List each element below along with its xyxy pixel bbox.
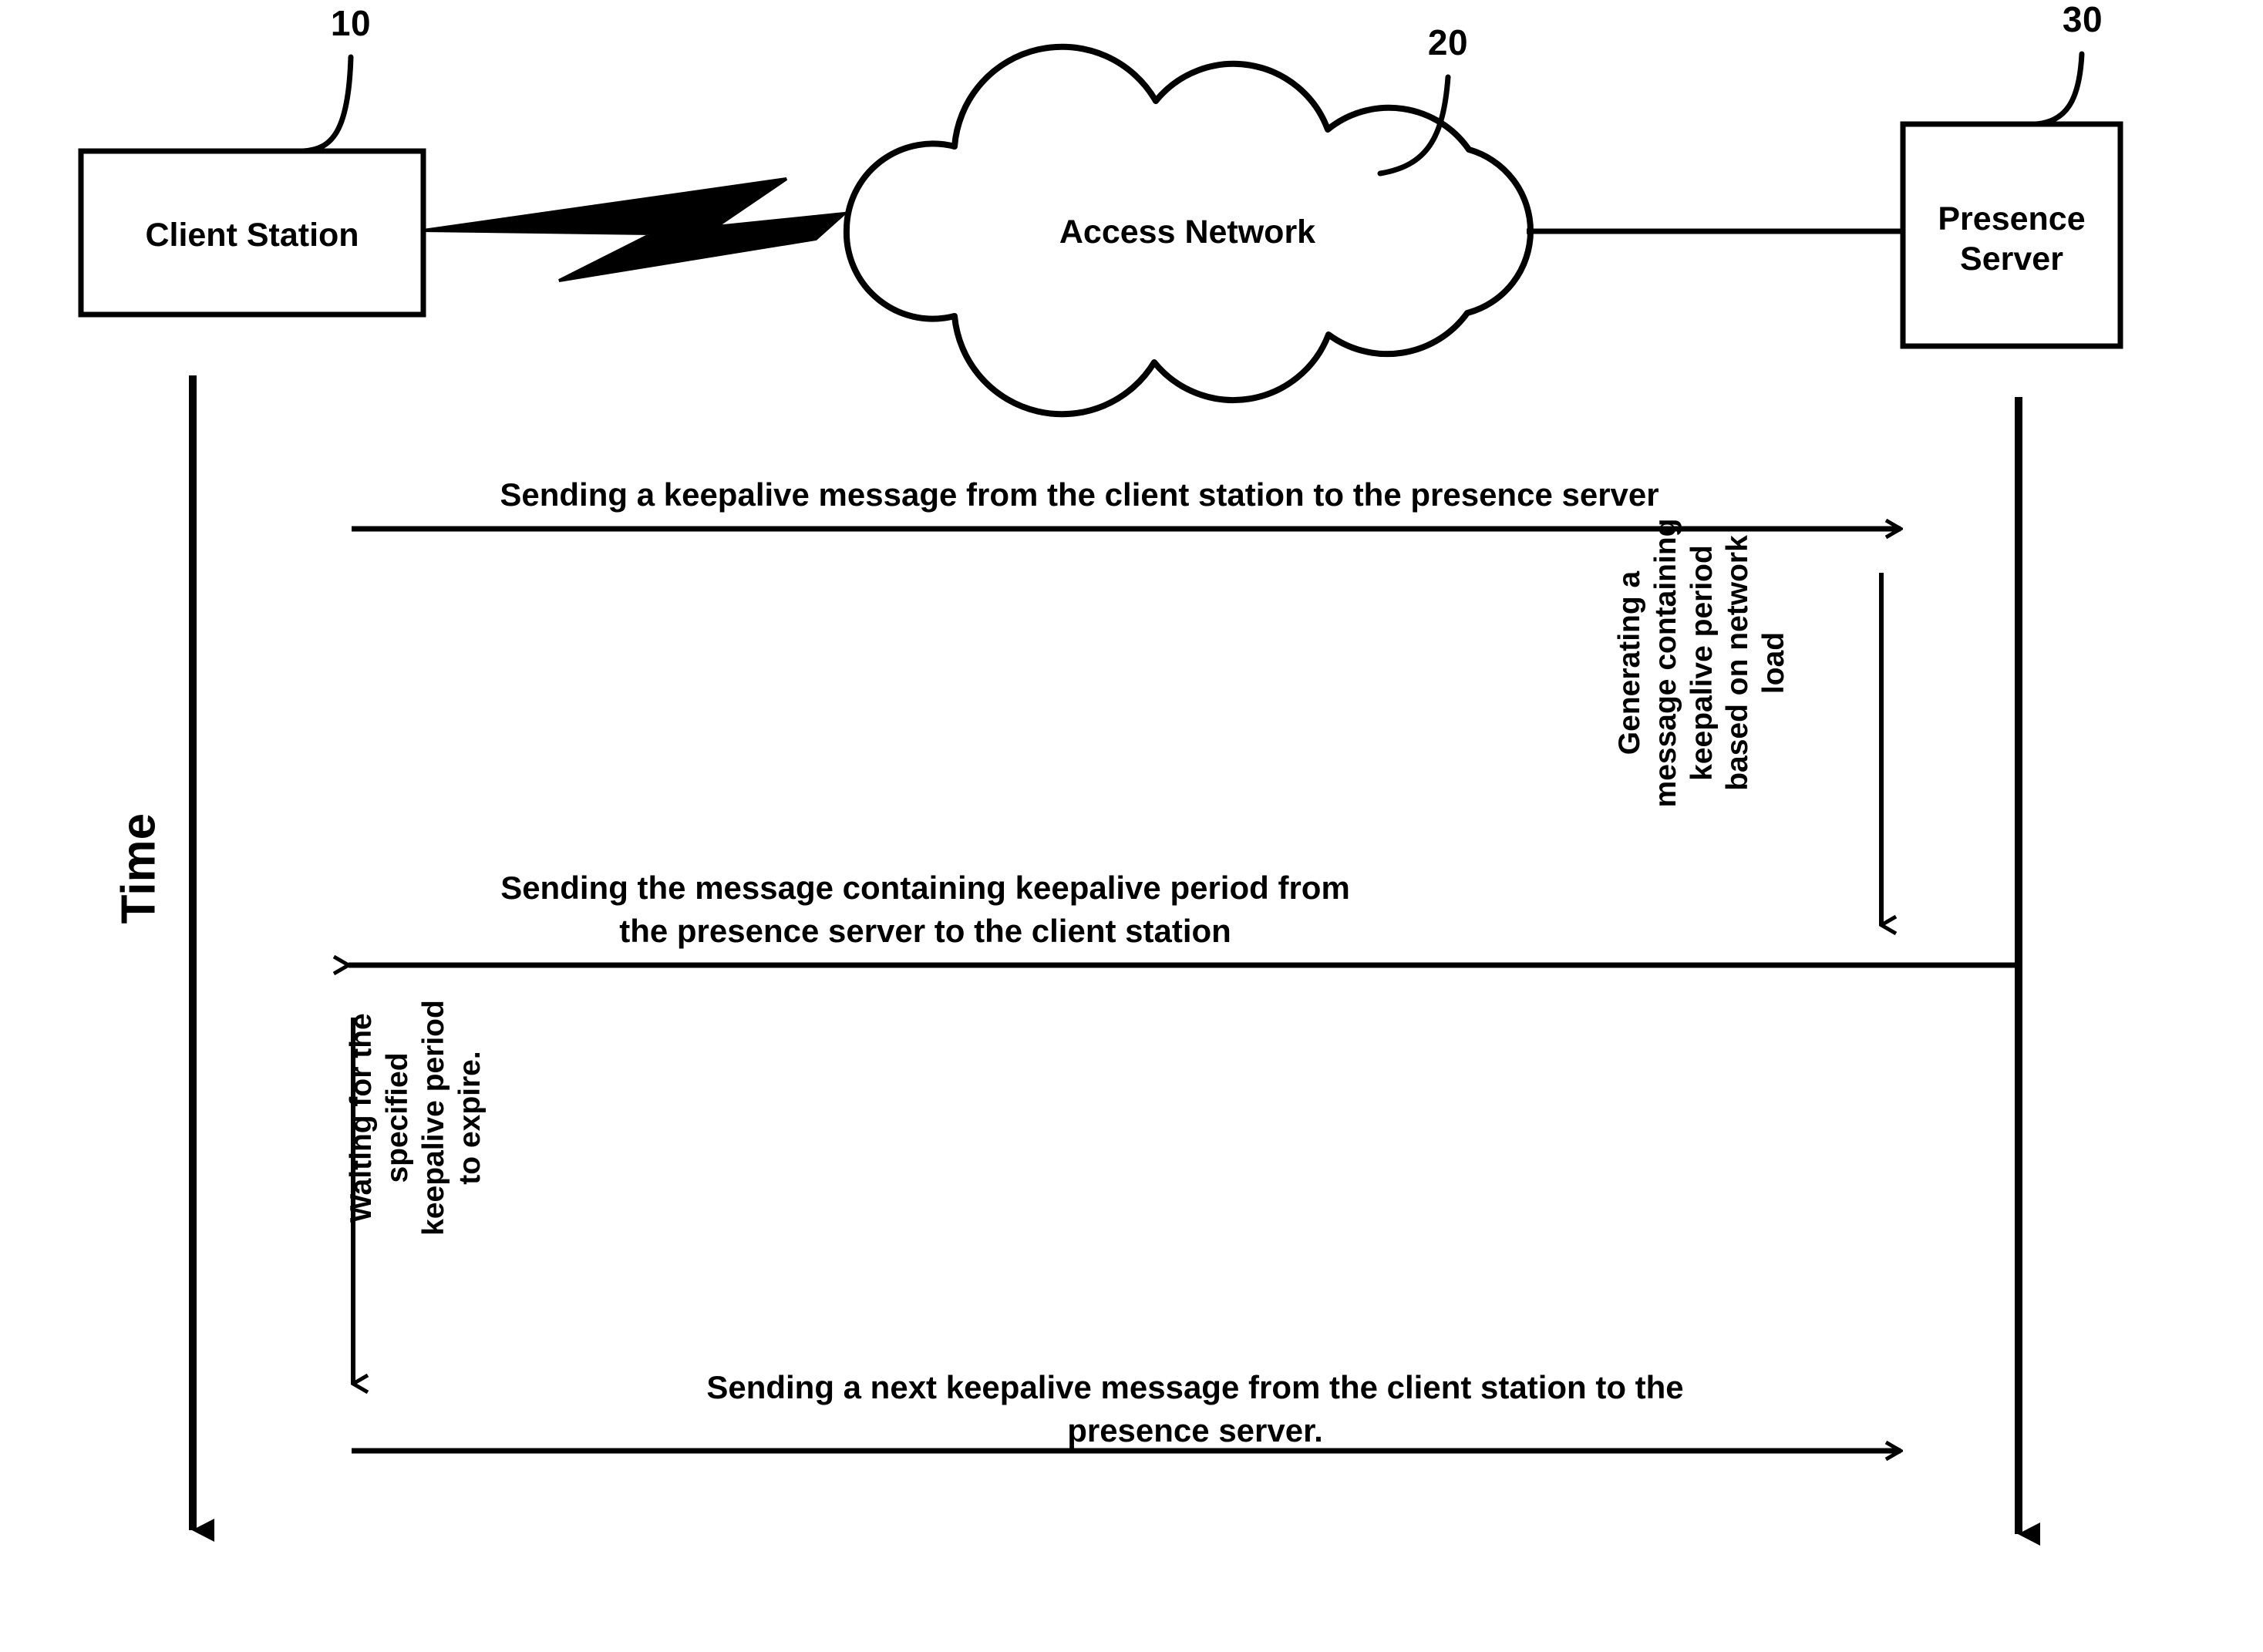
message-2-label-line1: Sending the message containing keepalive…	[500, 870, 1350, 906]
client-activity-note: Waiting for the specified keepalive peri…	[345, 1000, 487, 1236]
server-activity-note: Generating a message containing keepaliv…	[1613, 518, 1791, 808]
ref-number-30: 30	[2062, 0, 2103, 39]
access-network-label: Access Network	[1059, 214, 1316, 251]
client-station-label: Client Station	[145, 217, 359, 254]
presence-server-label-line2: Server	[1960, 241, 2063, 278]
patent-figure-canvas: 10 20 30 Client Station Access Network P…	[0, 0, 2263, 1652]
time-axis-label: Time	[112, 813, 166, 924]
ref-number-20: 20	[1427, 22, 1469, 62]
lightning-bolt-connector	[423, 177, 849, 282]
ref-number-10: 10	[330, 3, 372, 43]
message-3-label-line2: presence server.	[1067, 1412, 1323, 1448]
presence-server-label-line1: Presence	[1938, 200, 2086, 237]
leader-line-10	[300, 54, 354, 154]
leader-line-30	[2032, 51, 2085, 127]
message-3-label-line1: Sending a next keepalive message from th…	[706, 1369, 1684, 1405]
